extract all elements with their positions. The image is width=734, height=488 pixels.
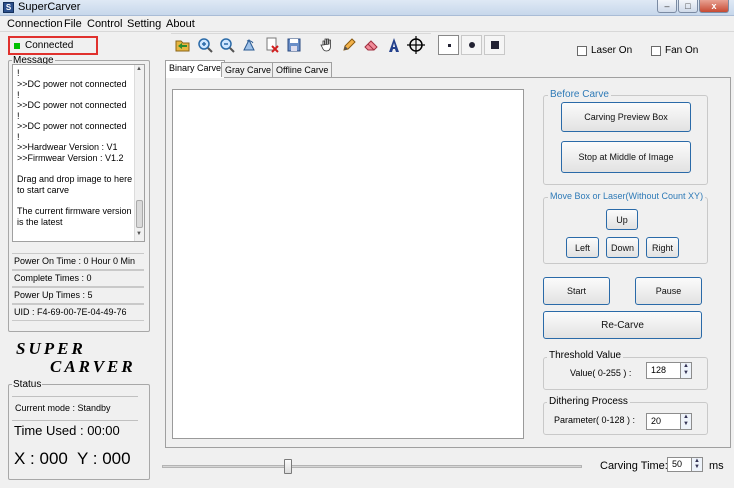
status-label: Status: [12, 379, 43, 390]
dithering-label: Dithering Process: [547, 396, 630, 407]
menu-about[interactable]: About: [166, 18, 195, 30]
hand-icon[interactable]: [318, 36, 336, 54]
message-line: >>DC power not connected: [17, 100, 127, 110]
zoom-out-icon[interactable]: [218, 36, 236, 54]
message-line: >>DC power not connected: [17, 121, 127, 131]
laser-on-label: Laser On: [591, 45, 633, 56]
image-canvas[interactable]: [172, 89, 524, 439]
window-title: SuperCarver: [18, 1, 81, 13]
tab-binary-carve[interactable]: Binary Carve: [165, 60, 226, 78]
logo-line2: CARVER: [50, 357, 136, 376]
menu-file[interactable]: File: [64, 18, 82, 30]
menu-control[interactable]: Control: [87, 18, 122, 30]
complete-times: Complete Times : 0: [12, 270, 144, 287]
maximize-button[interactable]: □: [678, 0, 698, 13]
message-log[interactable]: ! >>DC power not connected ! >>DC power …: [12, 64, 145, 242]
message-line: >>DC power not connected: [17, 79, 127, 89]
move-right-button[interactable]: Right: [646, 237, 679, 258]
zoom-in-icon[interactable]: [196, 36, 214, 54]
message-scrollbar[interactable]: ▲ ▼: [134, 65, 144, 241]
carving-time-label: Carving Time:: [600, 460, 668, 472]
spin-down-icon[interactable]: ▼: [681, 370, 691, 377]
power-up-times: Power Up Times : 5: [12, 287, 144, 304]
text-icon[interactable]: [385, 36, 403, 54]
connection-indicator: [14, 43, 20, 49]
move-up-button[interactable]: Up: [606, 209, 638, 230]
menu-connection[interactable]: Connection: [7, 18, 63, 30]
message-line: !: [17, 111, 20, 121]
threshold-input[interactable]: 128: [646, 362, 682, 379]
message-line: !: [17, 68, 20, 78]
point-size-small[interactable]: [438, 35, 459, 55]
message-line: >>Hardwear Version : V1: [17, 142, 118, 152]
large-dot-icon: [491, 41, 499, 49]
laser-on-checkbox[interactable]: [577, 46, 587, 56]
message-line: is the latest: [17, 217, 63, 227]
connection-status: Connected: [8, 36, 98, 55]
tab-gray-carve[interactable]: Gray Carve: [221, 62, 276, 77]
point-size-medium[interactable]: [461, 35, 482, 55]
close-button[interactable]: x: [699, 0, 729, 13]
move-box-label: Move Box or Laser(Without Count XY): [548, 191, 706, 201]
current-mode: Current mode : Standby: [12, 396, 138, 421]
app-logo-icon: S: [3, 2, 14, 13]
point-size-large[interactable]: [484, 35, 505, 55]
fan-on-label: Fan On: [665, 45, 699, 56]
message-line: !: [17, 90, 20, 100]
carving-time-spinner[interactable]: ▲ ▼: [691, 457, 703, 472]
dithering-input[interactable]: 20: [646, 413, 682, 430]
scroll-thumb[interactable]: [136, 200, 143, 228]
time-used: Time Used : 00:00: [14, 423, 120, 438]
menu-setting[interactable]: Setting: [127, 18, 161, 30]
open-folder-icon[interactable]: [174, 36, 192, 54]
pause-button[interactable]: Pause: [635, 277, 702, 305]
spin-down-icon[interactable]: ▼: [681, 421, 691, 428]
stop-at-middle-button[interactable]: Stop at Middle of Image: [561, 141, 691, 173]
power-on-time: Power On Time : 0 Hour 0 Min: [12, 253, 144, 270]
menu-bar: Connection File Control Setting About: [0, 16, 734, 32]
dithering-param-label: Parameter( 0-128 ) :: [554, 415, 636, 425]
threshold-spinner[interactable]: ▲ ▼: [680, 362, 692, 379]
xy-coordinates: X : 000 Y : 000: [14, 449, 131, 468]
spin-up-icon[interactable]: ▲: [681, 363, 691, 370]
scroll-up-icon[interactable]: ▲: [136, 66, 142, 72]
logo-line1: SUPER: [16, 339, 86, 358]
move-down-button[interactable]: Down: [606, 237, 639, 258]
message-line: The current firmware version: [17, 206, 132, 216]
message-line: !: [17, 132, 20, 142]
scroll-down-icon[interactable]: ▼: [136, 231, 142, 237]
speed-slider-track[interactable]: [162, 465, 582, 468]
title-bar: S SuperCarver – □ x: [0, 0, 734, 16]
dithering-spinner[interactable]: ▲ ▼: [680, 413, 692, 430]
small-dot-icon: [448, 44, 451, 47]
fan-on-checkbox[interactable]: [651, 46, 661, 56]
re-carve-button[interactable]: Re-Carve: [543, 311, 702, 339]
message-line: Drag and drop image to here: [17, 174, 133, 184]
message-line: >>Firmwear Version : V1.2: [17, 153, 124, 163]
eraser-icon[interactable]: [362, 36, 380, 54]
before-carve-label: Before Carve: [548, 89, 611, 100]
carving-time-input[interactable]: 50: [667, 457, 693, 472]
medium-dot-icon: [469, 42, 475, 48]
pencil-icon[interactable]: [340, 36, 358, 54]
carving-time-unit: ms: [709, 460, 724, 472]
rotate-icon[interactable]: [240, 36, 258, 54]
threshold-param-label: Value( 0-255 ) :: [570, 368, 632, 378]
message-line: to start carve: [17, 185, 70, 195]
spin-up-icon[interactable]: ▲: [681, 414, 691, 421]
minimize-button[interactable]: –: [657, 0, 677, 13]
delete-image-icon[interactable]: [263, 36, 281, 54]
carving-preview-box-button[interactable]: Carving Preview Box: [561, 102, 691, 132]
threshold-label: Threshold Value: [547, 350, 624, 361]
crosshair-icon[interactable]: [407, 36, 425, 54]
spin-down-icon[interactable]: ▼: [692, 464, 702, 470]
tab-offline-carve[interactable]: Offline Carve: [272, 62, 333, 77]
connection-label: Connected: [25, 40, 74, 51]
move-left-button[interactable]: Left: [566, 237, 599, 258]
start-button[interactable]: Start: [543, 277, 610, 305]
device-uid: UID : F4-69-00-7E-04-49-76: [12, 304, 144, 321]
speed-slider-thumb[interactable]: [284, 459, 292, 474]
save-icon[interactable]: [285, 36, 303, 54]
